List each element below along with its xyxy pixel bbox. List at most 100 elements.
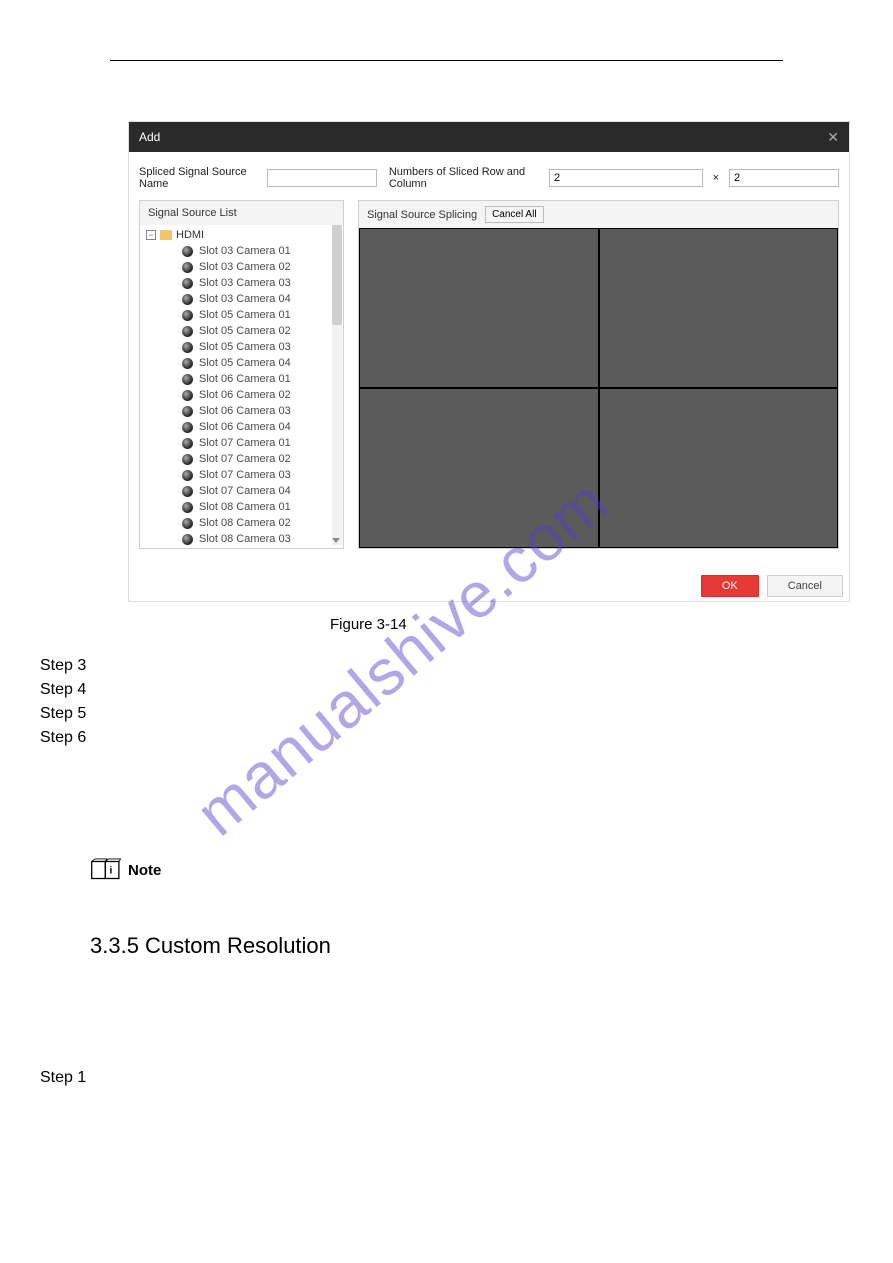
cancel-button[interactable]: Cancel bbox=[767, 575, 843, 597]
camera-icon bbox=[182, 374, 193, 385]
section-divider bbox=[110, 60, 783, 61]
cols-input[interactable] bbox=[729, 169, 839, 187]
camera-icon bbox=[182, 294, 193, 305]
camera-icon bbox=[182, 438, 193, 449]
camera-item[interactable]: Slot 03 Camera 04 bbox=[146, 291, 337, 307]
splicing-header-label: Signal Source Splicing bbox=[367, 209, 477, 221]
step-5: Step 5 bbox=[40, 705, 853, 723]
camera-label: Slot 05 Camera 04 bbox=[199, 357, 291, 369]
camera-item[interactable]: Slot 06 Camera 01 bbox=[146, 371, 337, 387]
camera-item[interactable]: Slot 08 Camera 03 bbox=[146, 531, 337, 545]
camera-icon bbox=[182, 422, 193, 433]
rows-input[interactable] bbox=[549, 169, 703, 187]
camera-item[interactable]: Slot 07 Camera 02 bbox=[146, 451, 337, 467]
camera-icon bbox=[182, 278, 193, 289]
camera-icon bbox=[182, 406, 193, 417]
camera-icon bbox=[182, 310, 193, 321]
camera-icon bbox=[182, 246, 193, 257]
camera-icon bbox=[182, 342, 193, 353]
add-dialog: Add ✕ Spliced Signal Source Name Numbers… bbox=[128, 121, 850, 602]
camera-label: Slot 07 Camera 03 bbox=[199, 469, 291, 481]
camera-item[interactable]: Slot 03 Camera 01 bbox=[146, 243, 337, 259]
camera-label: Slot 08 Camera 02 bbox=[199, 517, 291, 529]
dialog-header: Add ✕ bbox=[129, 122, 849, 152]
step-6: Step 6 bbox=[40, 729, 853, 747]
camera-label: Slot 07 Camera 02 bbox=[199, 453, 291, 465]
camera-icon bbox=[182, 486, 193, 497]
camera-icon bbox=[182, 358, 193, 369]
camera-item[interactable]: Slot 05 Camera 04 bbox=[146, 355, 337, 371]
folder-icon bbox=[160, 230, 172, 240]
camera-icon bbox=[182, 502, 193, 513]
camera-icon bbox=[182, 518, 193, 529]
step-1: Step 1 bbox=[40, 1069, 853, 1087]
spliced-name-input[interactable] bbox=[267, 169, 377, 187]
camera-item[interactable]: Slot 06 Camera 02 bbox=[146, 387, 337, 403]
camera-item[interactable]: Slot 05 Camera 03 bbox=[146, 339, 337, 355]
camera-item[interactable]: Slot 08 Camera 01 bbox=[146, 499, 337, 515]
camera-label: Slot 08 Camera 03 bbox=[199, 533, 291, 545]
signal-source-splicing-panel: Signal Source Splicing Cancel All bbox=[358, 200, 839, 549]
grid-cell-4[interactable] bbox=[599, 388, 839, 548]
camera-item[interactable]: Slot 06 Camera 04 bbox=[146, 419, 337, 435]
splicing-grid[interactable] bbox=[359, 228, 838, 548]
collapse-icon[interactable]: − bbox=[146, 230, 156, 240]
camera-item[interactable]: Slot 05 Camera 01 bbox=[146, 307, 337, 323]
step-4: Step 4 bbox=[40, 681, 853, 699]
camera-label: Slot 07 Camera 01 bbox=[199, 437, 291, 449]
grid-cell-1[interactable] bbox=[359, 228, 599, 388]
camera-label: Slot 05 Camera 02 bbox=[199, 325, 291, 337]
camera-icon bbox=[182, 470, 193, 481]
tree-root-hdmi[interactable]: − HDMI bbox=[146, 229, 337, 241]
spliced-name-label: Spliced Signal Source Name bbox=[139, 166, 261, 190]
tree-scroll-area[interactable]: − HDMI Slot 03 Camera 01 Slot 03 Camera 0… bbox=[140, 225, 343, 545]
camera-label: Slot 03 Camera 02 bbox=[199, 261, 291, 273]
camera-label: Slot 06 Camera 02 bbox=[199, 389, 291, 401]
close-icon[interactable]: ✕ bbox=[827, 129, 839, 146]
cancel-all-button[interactable]: Cancel All bbox=[485, 206, 543, 223]
camera-item[interactable]: Slot 05 Camera 02 bbox=[146, 323, 337, 339]
grid-cell-2[interactable] bbox=[599, 228, 839, 388]
vertical-scrollbar-thumb[interactable] bbox=[332, 225, 342, 325]
camera-icon bbox=[182, 534, 193, 545]
grid-cell-3[interactable] bbox=[359, 388, 599, 548]
source-list-header: Signal Source List bbox=[140, 201, 343, 225]
camera-label: Slot 05 Camera 03 bbox=[199, 341, 291, 353]
camera-icon bbox=[182, 326, 193, 337]
camera-icon bbox=[182, 390, 193, 401]
note-callout: i Note bbox=[90, 857, 853, 883]
camera-label: Slot 03 Camera 03 bbox=[199, 277, 291, 289]
camera-label: Slot 07 Camera 04 bbox=[199, 485, 291, 497]
figure-caption: Figure 3-14 bbox=[330, 616, 853, 633]
svg-text:i: i bbox=[110, 865, 113, 876]
dialog-title: Add bbox=[139, 130, 160, 144]
camera-item[interactable]: Slot 03 Camera 03 bbox=[146, 275, 337, 291]
camera-label: Slot 06 Camera 04 bbox=[199, 421, 291, 433]
camera-item[interactable]: Slot 07 Camera 04 bbox=[146, 483, 337, 499]
camera-label: Slot 03 Camera 01 bbox=[199, 245, 291, 257]
camera-item[interactable]: Slot 07 Camera 03 bbox=[146, 467, 337, 483]
multiply-separator: × bbox=[713, 172, 719, 184]
signal-source-list-panel: Signal Source List − HDMI Slot 03 Camera… bbox=[139, 200, 344, 549]
note-icon: i bbox=[90, 857, 124, 883]
camera-item[interactable]: Slot 08 Camera 02 bbox=[146, 515, 337, 531]
row-col-label: Numbers of Sliced Row and Column bbox=[389, 166, 543, 190]
note-label: Note bbox=[128, 862, 161, 879]
scroll-down-icon[interactable] bbox=[332, 538, 340, 543]
camera-icon bbox=[182, 454, 193, 465]
tree-root-label: HDMI bbox=[176, 229, 204, 241]
step-3: Step 3 bbox=[40, 657, 853, 675]
section-heading: 3.3.5 Custom Resolution bbox=[90, 933, 853, 959]
dialog-top-controls: Spliced Signal Source Name Numbers of Sl… bbox=[129, 152, 849, 200]
camera-label: Slot 05 Camera 01 bbox=[199, 309, 291, 321]
camera-label: Slot 08 Camera 01 bbox=[199, 501, 291, 513]
camera-label: Slot 06 Camera 01 bbox=[199, 373, 291, 385]
camera-item[interactable]: Slot 07 Camera 01 bbox=[146, 435, 337, 451]
camera-label: Slot 03 Camera 04 bbox=[199, 293, 291, 305]
ok-button[interactable]: OK bbox=[701, 575, 759, 597]
camera-icon bbox=[182, 262, 193, 273]
camera-item[interactable]: Slot 03 Camera 02 bbox=[146, 259, 337, 275]
camera-label: Slot 06 Camera 03 bbox=[199, 405, 291, 417]
camera-item[interactable]: Slot 06 Camera 03 bbox=[146, 403, 337, 419]
steps-block: Step 3 Step 4 Step 5 Step 6 bbox=[40, 657, 853, 747]
